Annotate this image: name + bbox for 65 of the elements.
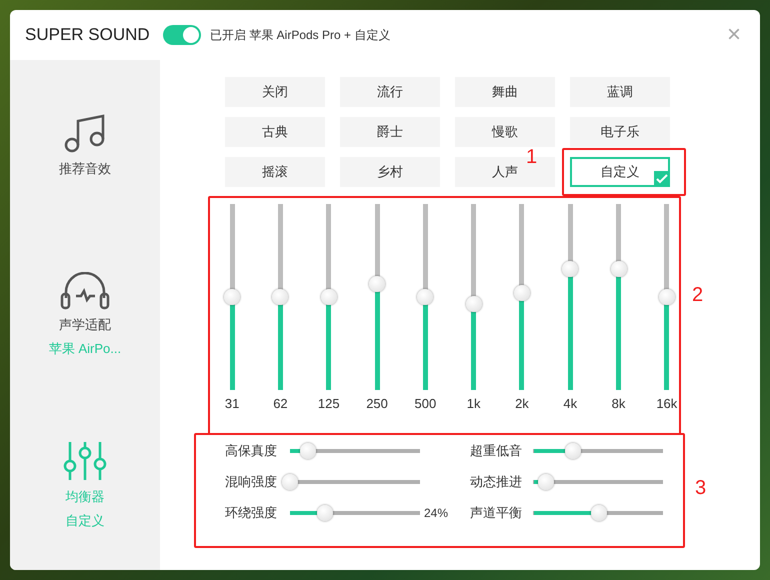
effect-slider-thumb[interactable] (317, 505, 334, 521)
effect-slider-thumb[interactable] (565, 443, 582, 459)
eq-slider-thumb[interactable] (562, 261, 578, 278)
eq-slider-thumb[interactable] (610, 261, 627, 278)
annotation-number: 3 (695, 477, 706, 500)
frequency-label: 250 (366, 396, 388, 411)
music-note-icon (63, 112, 107, 154)
frequency-label: 500 (414, 396, 436, 411)
eq-slider-thumb[interactable] (514, 285, 530, 302)
status-text: 已开启 苹果 AirPods Pro + 自定义 (210, 26, 390, 44)
frequency-label: 2k (515, 396, 529, 411)
effect-slider-thumb[interactable] (591, 505, 608, 521)
preset-button[interactable]: 摇滚 (225, 157, 325, 187)
effect-label: 混响强度 (225, 473, 278, 491)
sidebar-sublabel: 自定义 (66, 512, 104, 530)
checkmark-icon (654, 171, 670, 187)
frequency-label: 31 (224, 396, 240, 411)
eq-slider-thumb[interactable] (272, 289, 288, 305)
frequency-label: 62 (273, 396, 288, 411)
toggle-switch[interactable] (163, 25, 201, 45)
preset-button[interactable]: 电子乐 (570, 117, 670, 147)
frequency-label: 4k (563, 396, 578, 411)
effect-slider-fill (290, 511, 318, 515)
effect-label: 超重低音 (470, 442, 523, 460)
window-title: SUPER SOUND (25, 25, 151, 45)
preset-button[interactable]: 关闭 (225, 77, 325, 107)
preset-button[interactable]: 乡村 (340, 157, 440, 187)
eq-slider-thumb[interactable] (658, 289, 675, 305)
effect-slider-fill (534, 480, 538, 484)
eq-slider-thumb[interactable] (466, 296, 482, 312)
equalizer-icon (63, 440, 107, 482)
headphones-icon (60, 272, 110, 310)
effect-slider-fill (534, 449, 566, 453)
preset-button[interactable]: 自定义 (570, 157, 670, 187)
sidebar-item[interactable]: 声学适配 苹果 AirPo... (10, 230, 160, 400)
effect-slider-fill (290, 449, 300, 453)
annotation-number: 2 (692, 284, 704, 307)
preset-button[interactable]: 蓝调 (570, 77, 670, 107)
eq-slider-thumb[interactable] (417, 289, 434, 305)
effect-reading: 24% (424, 506, 448, 520)
sidebar-item[interactable]: 推荐音效 (10, 60, 160, 230)
sidebar-label: 推荐音效 (59, 160, 111, 178)
frequency-label: 1k (466, 396, 480, 411)
effect-label: 声道平衡 (470, 504, 523, 522)
sidebar-sublabel: 苹果 AirPo... (48, 340, 122, 358)
effect-label: 高保真度 (225, 442, 278, 460)
preset-button[interactable]: 流行 (340, 77, 440, 107)
frequency-label: 125 (318, 396, 340, 411)
effect-label: 动态推进 (470, 473, 523, 491)
preset-button[interactable]: 慢歌 (455, 117, 555, 147)
effect-slider-thumb[interactable] (300, 443, 316, 459)
eq-slider-thumb[interactable] (224, 289, 240, 305)
preset-button[interactable]: 爵士 (340, 117, 440, 147)
eq-slider-thumb[interactable] (320, 289, 337, 305)
effect-slider-thumb[interactable] (538, 474, 554, 490)
frequency-label: 16k (656, 396, 678, 411)
effect-slider-fill (534, 511, 592, 515)
effect-label: 环绕强度 (225, 504, 278, 522)
effect-slider-thumb[interactable] (282, 474, 298, 490)
preset-button[interactable]: 舞曲 (455, 77, 555, 107)
frequency-label: 8k (612, 396, 626, 411)
sidebar-label: 均衡器 (66, 488, 104, 506)
sidebar-label: 声学适配 (59, 316, 111, 334)
preset-button[interactable]: 古典 (225, 117, 325, 147)
eq-slider-thumb[interactable] (369, 276, 386, 292)
